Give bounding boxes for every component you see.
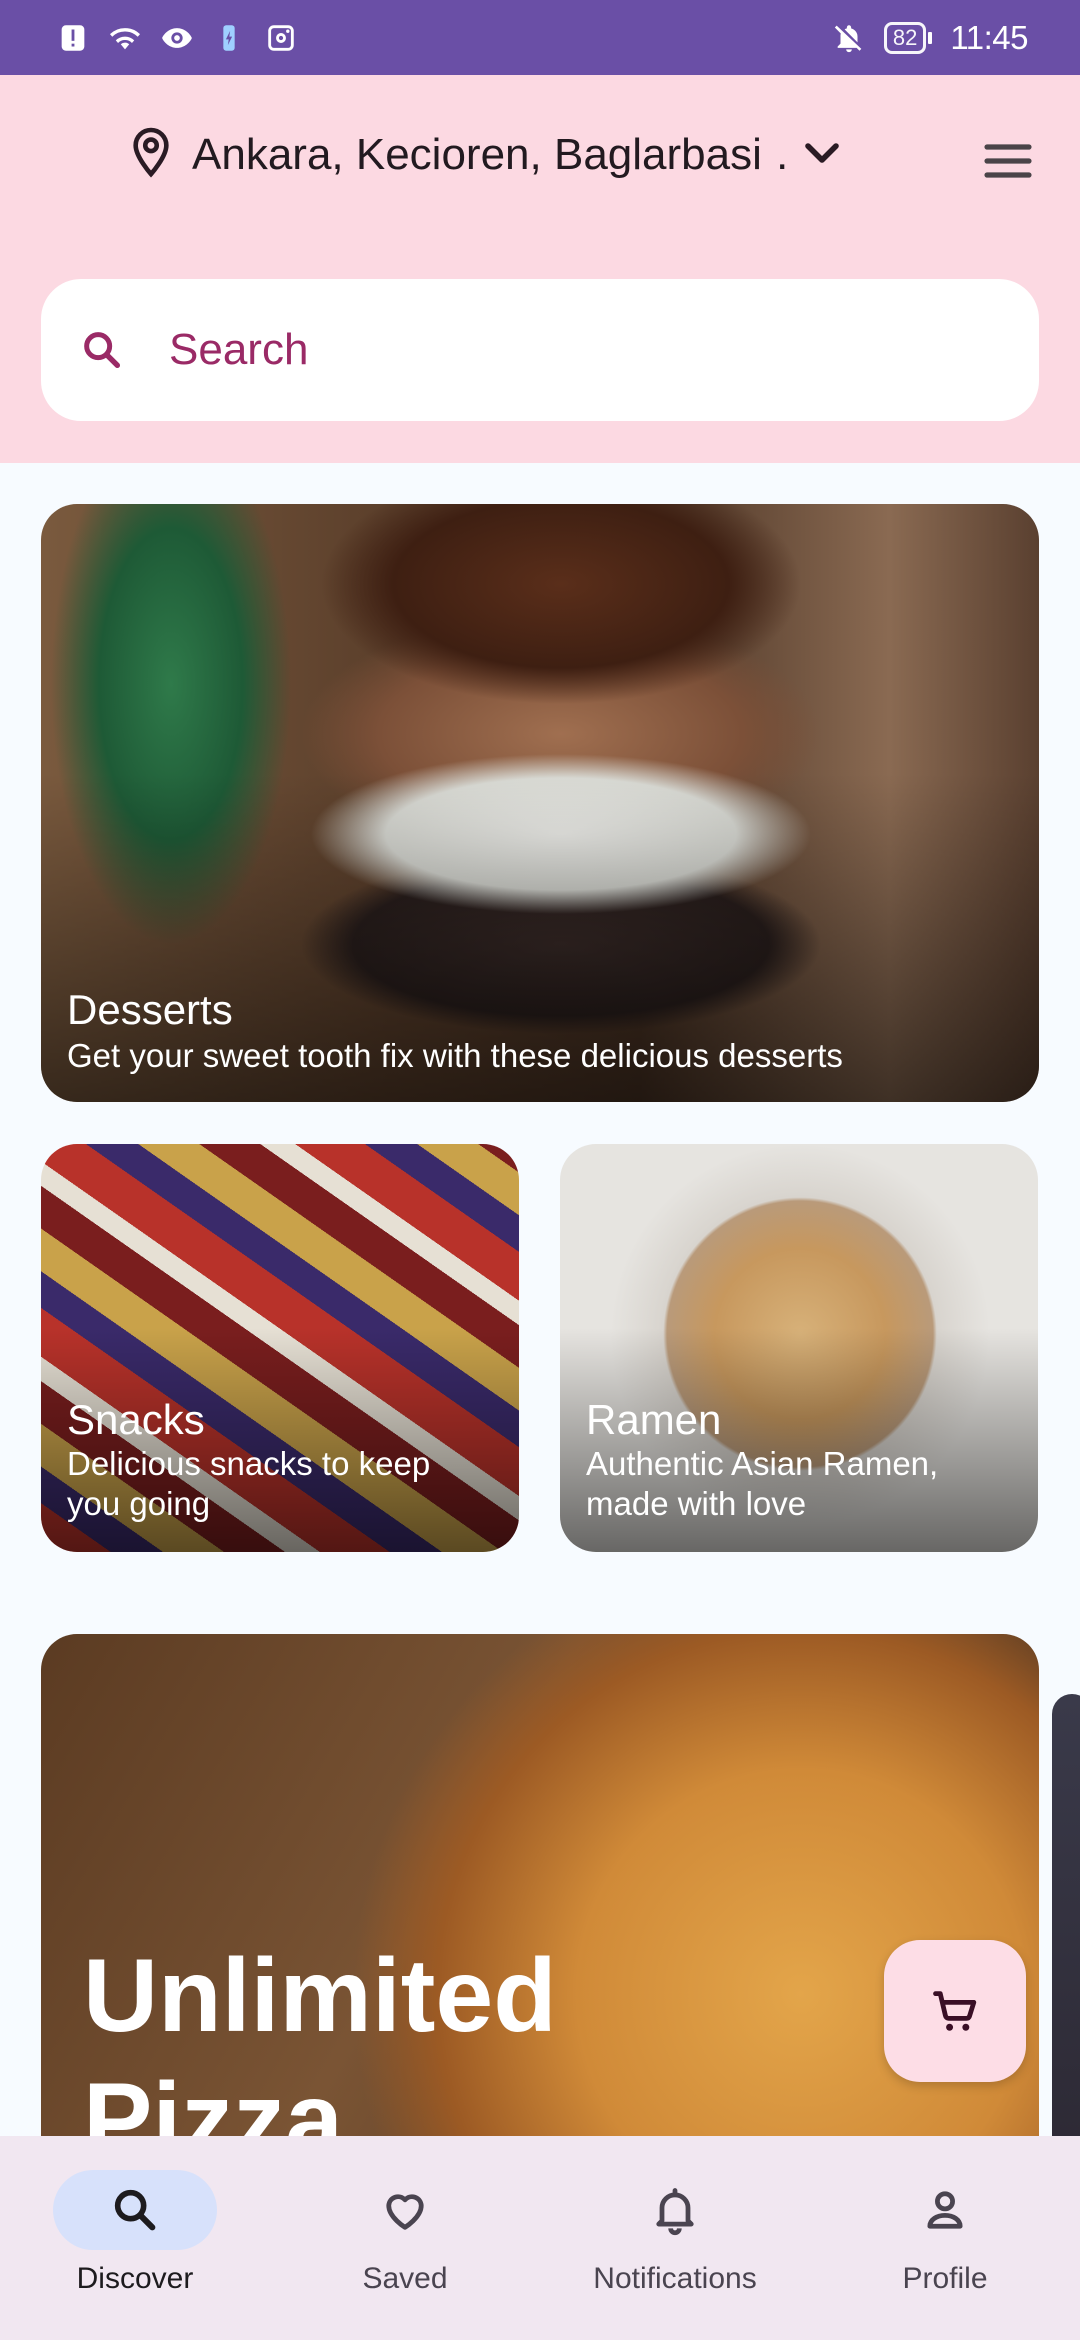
alert-icon [56, 21, 90, 55]
menu-button[interactable] [980, 133, 1036, 189]
clock: 11:45 [950, 18, 1028, 56]
card-subtitle: Authentic Asian Ramen, made with love [586, 1445, 939, 1522]
wifi-icon [108, 21, 142, 55]
card-title: Ramen [586, 1396, 722, 1443]
location-pin-icon [128, 125, 174, 186]
cart-icon [933, 1991, 977, 2031]
hamburger-menu-icon [984, 144, 1032, 178]
category-card-desserts[interactable]: Desserts Get your sweet tooth fix with t… [41, 504, 1039, 1102]
nav-label: Profile [902, 2262, 988, 2295]
cart-button[interactable] [884, 1940, 1026, 2082]
nav-active-indicator [53, 2170, 217, 2250]
nav-label: Discover [76, 2262, 194, 2295]
nav-item-profile[interactable]: Profile [810, 2136, 1080, 2340]
nav-item-notifications[interactable]: Notifications [540, 2136, 810, 2340]
card-title: Snacks [67, 1396, 205, 1443]
eye-icon [160, 21, 194, 55]
status-icons-left [56, 21, 298, 55]
instagram-icon [264, 21, 298, 55]
chevron-down-icon[interactable] [798, 129, 846, 182]
status-bar: 82 11:45 [0, 0, 1080, 75]
heart-icon [386, 2194, 424, 2230]
bell-icon [656, 2188, 694, 2236]
nav-label: Notifications [593, 2262, 757, 2295]
category-card-ramen[interactable]: Ramen Authentic Asian Ramen, made with l… [560, 1144, 1038, 1552]
card-subtitle: Get your sweet tooth fix with these deli… [67, 1037, 843, 1074]
search-bar[interactable] [41, 279, 1039, 421]
search-icon [79, 327, 125, 373]
person-icon [927, 2191, 963, 2229]
bell-off-icon [832, 21, 866, 55]
search-icon [114, 2189, 156, 2231]
header: Ankara, Kecioren, Baglarbasi … [0, 75, 1080, 463]
card-subtitle: Delicious snacks to keep you going [67, 1445, 431, 1522]
search-input[interactable] [169, 325, 989, 375]
nav-item-saved[interactable]: Saved [270, 2136, 540, 2340]
status-icons-right: 82 11:45 [832, 19, 1028, 57]
location-selector[interactable]: Ankara, Kecioren, Baglarbasi … [128, 125, 846, 185]
nav-item-discover[interactable]: Discover [0, 2136, 270, 2340]
battery-indicator: 82 [883, 21, 933, 54]
battery-saver-icon [212, 21, 246, 55]
battery-level: 82 [883, 21, 927, 54]
category-card-snacks[interactable]: Snacks Delicious snacks to keep you goin… [41, 1144, 519, 1552]
bottom-navigation: Discover Saved Notifications Profile [0, 2136, 1080, 2340]
nav-label: Saved [362, 2262, 448, 2295]
location-text: Ankara, Kecioren, Baglarbasi … [192, 130, 792, 179]
battery-tip [928, 31, 933, 44]
card-title: Desserts [67, 986, 233, 1033]
